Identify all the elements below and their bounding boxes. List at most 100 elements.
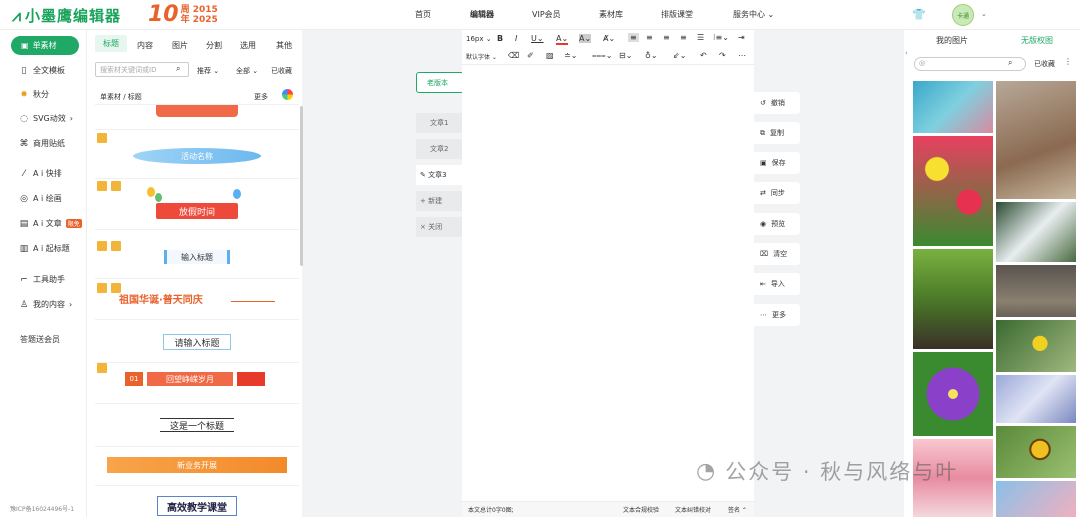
- import-button[interactable]: ⇤ 导入: [754, 273, 800, 295]
- proofread-button[interactable]: 文本纠错校对: [675, 505, 711, 514]
- nav-service[interactable]: 服务中心 ⌄: [733, 9, 774, 20]
- nav-vip[interactable]: VIP会员: [532, 9, 561, 20]
- align-right-icon[interactable]: ≡: [663, 33, 670, 42]
- material-search-input[interactable]: 搜索材关键词或ID: [95, 62, 189, 77]
- redo-icon[interactable]: ↷: [719, 51, 726, 60]
- clear-button[interactable]: ⌧ 清空: [754, 243, 800, 265]
- sidebar-item-quiz[interactable]: 答题送会员: [20, 334, 60, 345]
- align-center-icon[interactable]: ≡: [646, 33, 653, 42]
- old-version-button[interactable]: 老版本: [416, 72, 464, 93]
- preview-button[interactable]: ◉ 预览: [754, 213, 800, 235]
- article-tab-2[interactable]: 文章2: [416, 139, 462, 159]
- single-material-button[interactable]: ▣ 单素材: [11, 36, 79, 55]
- template-card[interactable]: 新业务开展: [95, 446, 299, 484]
- sidebar-item-ai-title[interactable]: ▥ A i 起标题: [19, 243, 70, 254]
- template-card[interactable]: 活动名称: [95, 129, 299, 177]
- editor-content-area[interactable]: [462, 64, 754, 500]
- new-article-button[interactable]: + 新建: [416, 191, 462, 211]
- format-painter-icon[interactable]: ⇙⌄: [673, 51, 686, 60]
- image-icon[interactable]: ▨: [546, 51, 554, 60]
- image-thumbnail[interactable]: [913, 136, 993, 246]
- template-card[interactable]: 输入标题: [95, 229, 299, 277]
- template-card[interactable]: 放假时间: [95, 178, 299, 228]
- sidebar-item-ai-paint[interactable]: ◎ A i 绘画: [19, 193, 62, 204]
- search-icon[interactable]: ⌕: [176, 64, 180, 74]
- bold-icon[interactable]: B: [497, 34, 503, 43]
- eraser-icon[interactable]: ⌫: [508, 51, 519, 60]
- copy-button[interactable]: ⧉ 复制: [754, 122, 800, 144]
- nav-course[interactable]: 排版课堂: [661, 9, 693, 20]
- image-thumbnail[interactable]: [996, 202, 1076, 262]
- filter-recommend[interactable]: 推荐 ⌄: [197, 66, 219, 76]
- close-article-button[interactable]: × 关闭: [416, 217, 462, 237]
- scrollbar[interactable]: [300, 106, 303, 266]
- font-family-select[interactable]: 默认字体 ⌄: [466, 52, 497, 61]
- tab-my-images[interactable]: 我的图片: [936, 35, 968, 46]
- clear-format-icon[interactable]: Ⱥ⌄: [603, 34, 615, 43]
- image-thumbnail[interactable]: [996, 81, 1076, 199]
- filter-favorited[interactable]: 已收藏: [271, 66, 292, 76]
- template-card[interactable]: 祖国华诞·普天同庆: [95, 278, 299, 318]
- letter-spacing-icon[interactable]: ≐⌄: [564, 51, 577, 60]
- image-thumbnail[interactable]: [996, 320, 1076, 372]
- sidebar-item-stickers[interactable]: ⌘ 商用贴纸: [19, 138, 66, 149]
- more-dots-icon[interactable]: ⋯: [738, 51, 746, 60]
- sidebar-item-ai-article[interactable]: ▤ A i 文章 限免: [19, 218, 82, 229]
- filter-all[interactable]: 全部 ⌄: [236, 66, 258, 76]
- tab-title[interactable]: 标题: [95, 35, 127, 52]
- image-thumbnail[interactable]: [996, 426, 1076, 478]
- paragraph-spacing-icon[interactable]: ⩶⌄: [592, 51, 612, 61]
- align-left-icon[interactable]: ≡: [628, 33, 639, 42]
- sync-button[interactable]: ⇄ 同步: [754, 182, 800, 204]
- template-card[interactable]: 高效教学课堂: [95, 485, 299, 517]
- image-thumbnail[interactable]: [996, 481, 1076, 517]
- list-icon[interactable]: ⁝≡⌄: [713, 33, 729, 42]
- signature-button[interactable]: 签名 ⌃: [728, 505, 747, 514]
- italic-icon[interactable]: I: [515, 34, 517, 43]
- logo[interactable]: ⩘ 小墨鹰编辑器: [12, 5, 121, 26]
- undo-button[interactable]: ↺ 撤销: [754, 92, 800, 114]
- tab-free-images[interactable]: 无版权图: [1021, 35, 1053, 46]
- icp-text[interactable]: 豫ICP备16024496号-1: [10, 504, 74, 513]
- template-card[interactable]: [95, 104, 299, 128]
- align-justify-icon[interactable]: ≡: [680, 33, 687, 42]
- template-card[interactable]: 这是一个标题: [95, 403, 299, 445]
- image-thumbnail[interactable]: [996, 265, 1076, 317]
- sidebar-item-autumn[interactable]: ✸ 秋分: [19, 89, 49, 100]
- article-tab-3[interactable]: ✎ 文章3: [416, 165, 462, 185]
- line-height-icon[interactable]: ☰: [697, 33, 704, 42]
- sidebar-item-svg[interactable]: ◌ SVG动效 ›: [19, 113, 73, 124]
- sidebar-item-tools[interactable]: ⌐ 工具助手: [19, 274, 65, 285]
- tab-image[interactable]: 图片: [172, 40, 188, 51]
- more-dots-icon[interactable]: ⋮: [1064, 57, 1072, 66]
- article-tab-1[interactable]: 文章1: [416, 113, 462, 133]
- bulb-icon[interactable]: ♁⌄: [645, 51, 658, 60]
- sidebar-item-my-content[interactable]: ♙ 我的内容 ›: [19, 299, 72, 310]
- tab-content[interactable]: 内容: [137, 40, 153, 51]
- tshirt-icon[interactable]: 👕: [912, 8, 926, 21]
- font-size-select[interactable]: 16px ⌄: [466, 35, 492, 43]
- image-thumbnail[interactable]: [913, 249, 993, 349]
- save-button[interactable]: ▣ 保存: [754, 152, 800, 174]
- avatar[interactable]: 卡通: [952, 4, 974, 26]
- image-thumbnail[interactable]: [996, 375, 1076, 423]
- compliance-check-button[interactable]: 文本合规校验: [623, 505, 659, 514]
- more-button[interactable]: ⋯ 更多: [754, 304, 800, 326]
- favorited-filter[interactable]: 已收藏: [1034, 59, 1055, 69]
- sidebar-item-templates[interactable]: ▯ 全文模板: [19, 65, 65, 76]
- color-picker-icon[interactable]: [282, 89, 293, 100]
- image-thumbnail[interactable]: [913, 352, 993, 436]
- sidebar-item-ai-layout[interactable]: ⁄ A i 快排: [19, 168, 62, 179]
- undo-icon[interactable]: ↶: [700, 51, 707, 60]
- indent-icon[interactable]: ⇥: [738, 33, 745, 42]
- tab-other[interactable]: 其他: [276, 40, 292, 51]
- template-card[interactable]: 01 回望峥嵘岁月: [95, 362, 299, 402]
- border-icon[interactable]: ⊟⌄: [619, 51, 632, 60]
- chevron-down-icon[interactable]: ⌄: [981, 10, 987, 18]
- nav-material[interactable]: 素材库: [599, 9, 623, 20]
- brush-icon[interactable]: ✐: [527, 51, 534, 60]
- template-card[interactable]: 请输入标题: [95, 319, 299, 361]
- tab-selected[interactable]: 选用: [240, 40, 256, 51]
- chevron-left-icon[interactable]: ‹: [905, 49, 908, 57]
- more-link[interactable]: 更多: [254, 92, 268, 102]
